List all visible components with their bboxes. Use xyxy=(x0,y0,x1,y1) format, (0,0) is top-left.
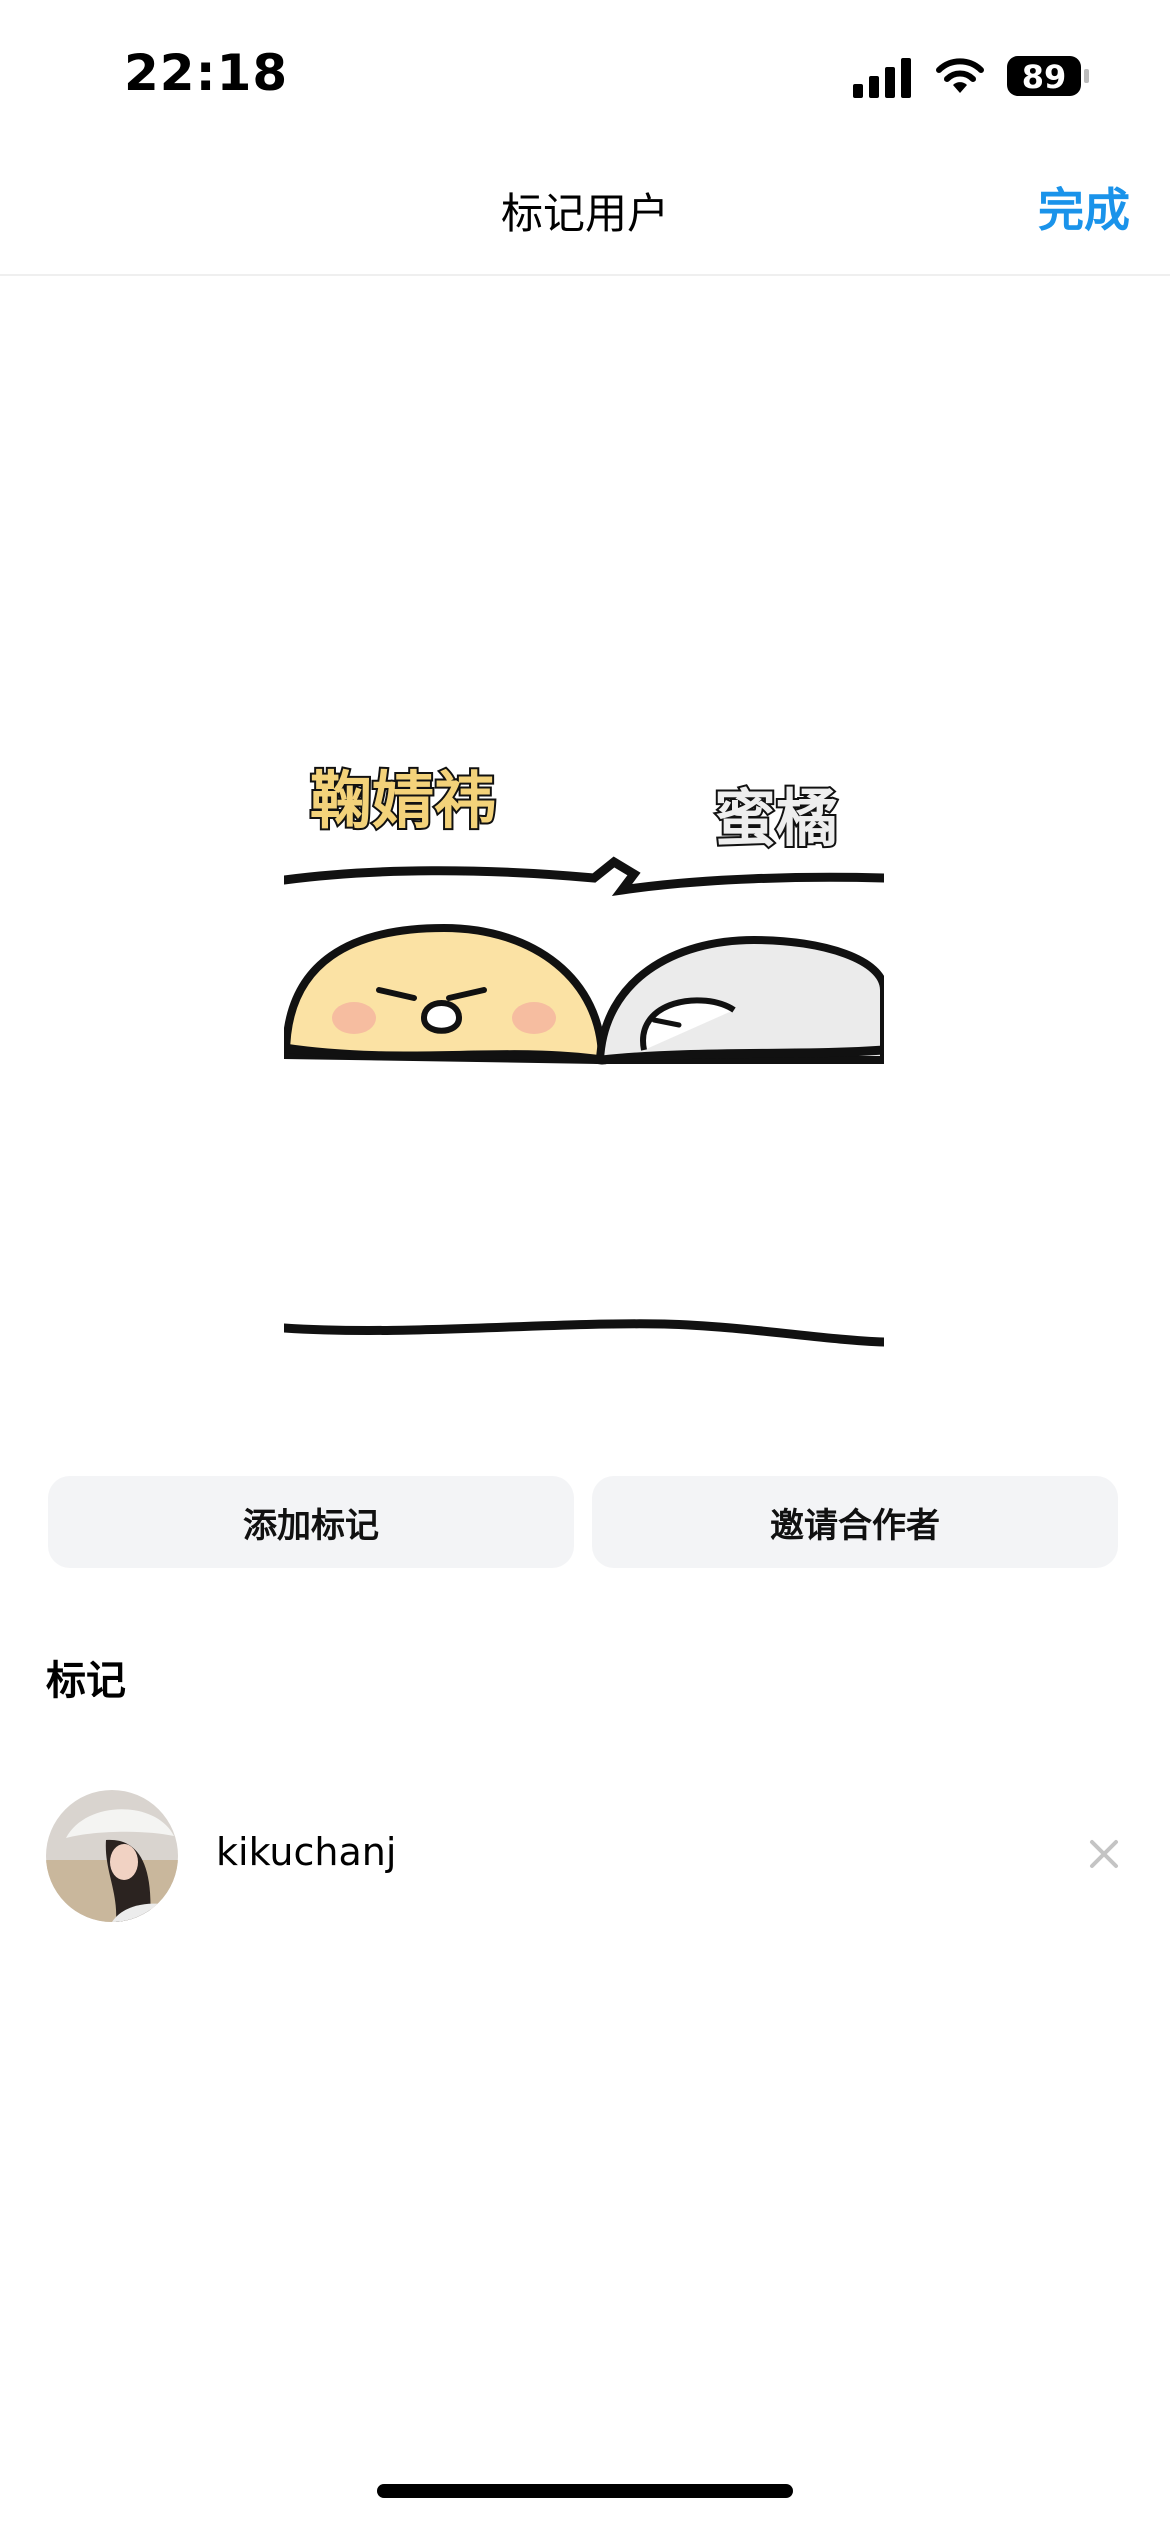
status-time: 22:18 xyxy=(124,44,289,102)
done-button[interactable]: 完成 xyxy=(1038,174,1130,240)
home-indicator xyxy=(377,2484,793,2498)
post-photo[interactable]: 鞠婧祎 蜜橘 xyxy=(284,750,884,1370)
tags-section-title: 标记 xyxy=(46,1658,126,1704)
add-tag-button[interactable]: 添加标记 xyxy=(48,1476,574,1568)
status-bar: 22:18 89 xyxy=(0,0,1170,150)
photo-caption-left: 鞠婧祎 xyxy=(310,764,496,837)
battery-icon: 89 xyxy=(1006,54,1090,102)
battery-level: 89 xyxy=(1021,58,1067,96)
page-title: 标记用户 xyxy=(500,189,669,238)
cellular-signal-icon xyxy=(853,58,911,98)
avatar[interactable] xyxy=(46,1790,178,1922)
wifi-icon xyxy=(936,58,984,93)
tagged-username: kikuchanj xyxy=(216,1830,397,1874)
navigation-bar: 标记用户 完成 xyxy=(0,150,1170,276)
tagged-user-row[interactable]: kikuchanj xyxy=(0,1784,1170,1924)
close-icon[interactable] xyxy=(1082,1832,1126,1876)
invite-collaborator-button[interactable]: 邀请合作者 xyxy=(592,1476,1118,1568)
photo-caption-right: 蜜橘 xyxy=(714,782,838,855)
